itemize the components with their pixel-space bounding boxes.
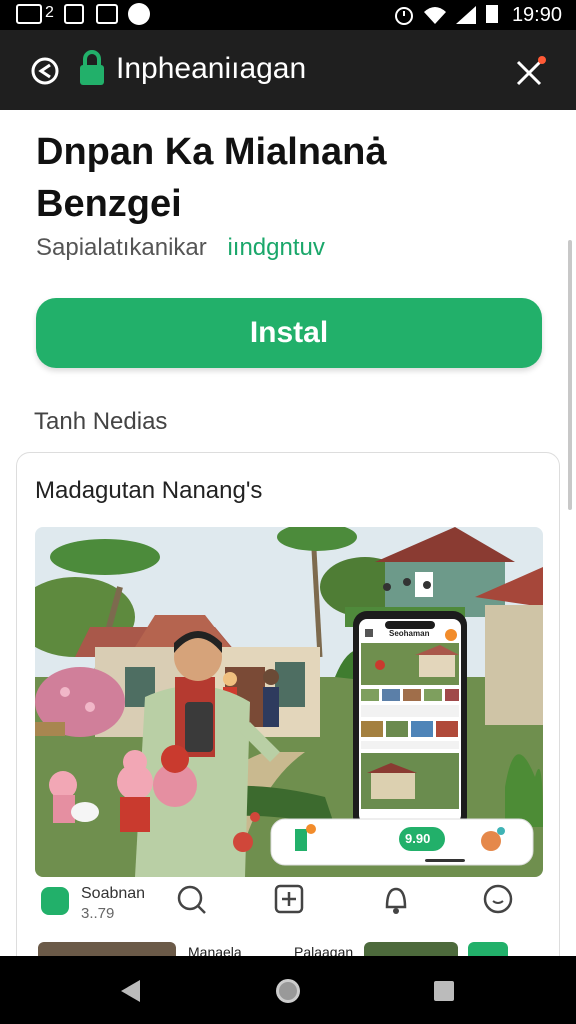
home-nav-icon[interactable] [273, 976, 303, 1006]
app-title: Dnpan Ka Mialnanȧ Benzgei [36, 131, 387, 225]
notification-icon[interactable] [379, 883, 419, 923]
back-nav-icon[interactable] [118, 978, 144, 1004]
village-scene [35, 527, 543, 877]
chat-icon[interactable] [481, 883, 521, 923]
add-box-icon[interactable] [273, 883, 313, 923]
nav-item-home[interactable]: Soabnan 3..79 [41, 883, 145, 923]
gallery-icon [96, 4, 118, 24]
back-icon[interactable] [30, 56, 60, 86]
status-badge: 2 [45, 4, 54, 21]
peek-text-left: Manaela [188, 944, 242, 956]
app-bar: Inpheaniıagan [0, 30, 576, 110]
peek-thumbnail[interactable] [468, 942, 508, 956]
developer-name[interactable]: Sapialatıkanikar [36, 234, 207, 261]
category-tag[interactable]: iındgntuv [227, 234, 324, 261]
phone-header: Seohaman [389, 629, 430, 638]
peek-text-right: Palaaqan [294, 944, 354, 956]
battery-icon [486, 5, 498, 23]
bottom-nav: Soabnan 3..79 [35, 883, 543, 933]
app-notification-icon [128, 3, 150, 25]
section-heading: Tanh Nedias [34, 408, 168, 435]
nav-count: 3..79 [81, 905, 115, 922]
home-icon [64, 4, 84, 24]
scrollbar[interactable] [568, 240, 572, 510]
alarm-icon [395, 7, 413, 25]
signal-icon [456, 6, 476, 24]
phone-chip[interactable]: 9.90 [405, 831, 430, 846]
app-bar-title: Inpheaniıagan [116, 52, 307, 85]
system-nav-bar [0, 956, 576, 1024]
search-icon[interactable] [175, 883, 215, 923]
recents-nav-icon[interactable] [432, 979, 456, 1003]
peek-thumbnail[interactable] [364, 942, 458, 956]
nav-label: Soabnan [81, 885, 146, 902]
card-title: Madagutan Nanang's [35, 477, 263, 504]
peek-thumbnail[interactable] [38, 942, 176, 956]
feature-card[interactable]: Madagutan Nanang's Seohaman 9.90 Soabnan… [16, 452, 560, 956]
content: Dnpan Ka Mialnanȧ Benzgei Sapialatıkanik… [0, 110, 576, 956]
lock-icon [80, 50, 104, 85]
close-icon[interactable] [514, 56, 548, 90]
app-logo-icon [41, 887, 69, 915]
developer-line: Sapialatıkanikar iındgntuv [36, 234, 325, 262]
install-button[interactable]: Instal [36, 298, 542, 368]
feature-image[interactable]: Seohaman 9.90 [35, 527, 543, 877]
clock: 19:90 [511, 4, 562, 26]
wifi-icon [424, 7, 446, 24]
notification-icon [16, 4, 42, 24]
status-bar: 2 19:90 [0, 0, 576, 30]
